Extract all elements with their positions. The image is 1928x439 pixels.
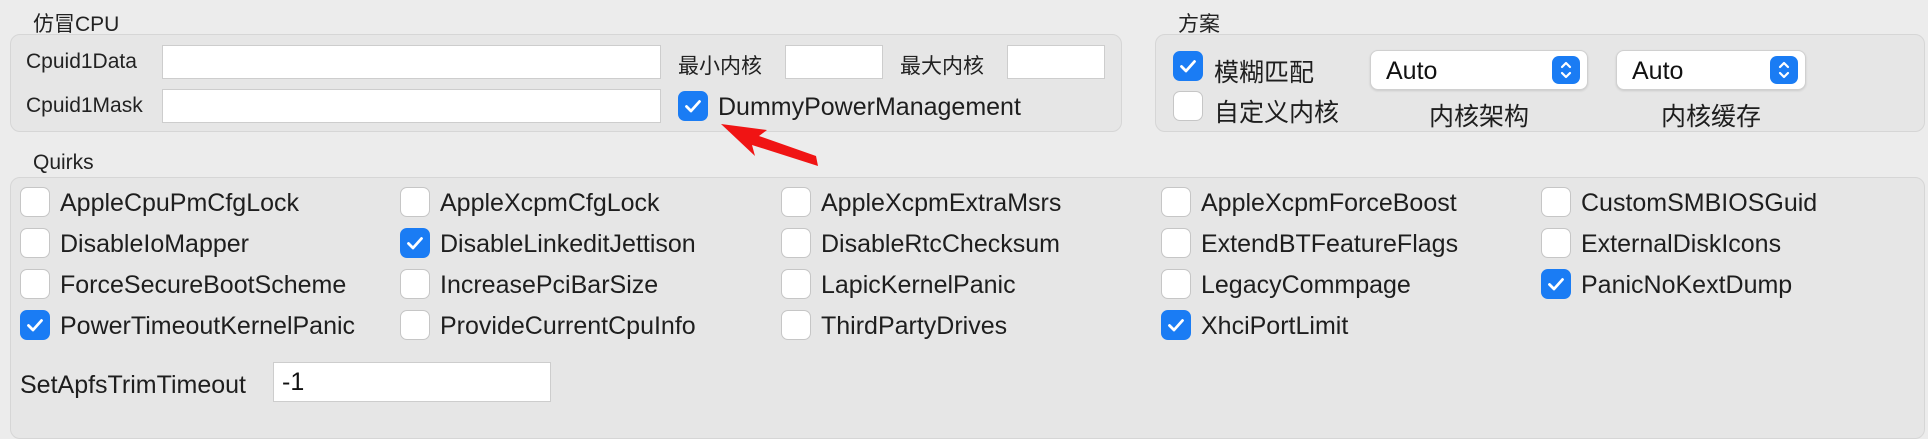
quirk-checkbox[interactable] — [1541, 269, 1571, 299]
checkmark-icon — [1548, 278, 1564, 291]
checkmark-icon — [685, 100, 701, 113]
cpuid1mask-input[interactable] — [162, 89, 661, 123]
quirk-label: PowerTimeoutKernelPanic — [60, 312, 356, 340]
quirk-checkbox[interactable] — [1541, 187, 1571, 217]
quirk-checkbox[interactable] — [400, 187, 430, 217]
quirk-label: PanicNoKextDump — [1581, 271, 1793, 299]
quirk-checkbox[interactable] — [1161, 228, 1191, 258]
custom-kernel-checkbox[interactable] — [1173, 91, 1203, 121]
quirk-checkbox[interactable] — [1161, 269, 1191, 299]
quirk-label: AppleXcpmCfgLock — [440, 189, 660, 217]
fuzzy-match-checkbox[interactable] — [1173, 51, 1203, 81]
quirk-checkbox[interactable] — [781, 269, 811, 299]
quirk-checkbox[interactable] — [20, 187, 50, 217]
checkmark-icon — [27, 319, 43, 332]
custom-kernel-label: 自定义内核 — [1214, 99, 1340, 127]
kernel-arch-label: 内核架构 — [1428, 103, 1529, 131]
kernel-cache-label: 内核缓存 — [1660, 103, 1761, 131]
quirk-label: LapicKernelPanic — [821, 271, 1016, 299]
quirk-label: ExtendBTFeatureFlags — [1201, 230, 1459, 258]
quirk-label: IncreasePciBarSize — [440, 271, 659, 299]
trim-timeout-label: SetApfsTrimTimeout — [20, 371, 246, 399]
max-kernel-input[interactable] — [1007, 45, 1105, 79]
dummy-power-checkbox[interactable] — [678, 91, 708, 121]
checkmark-icon — [1168, 319, 1184, 332]
quirk-checkbox[interactable] — [1161, 310, 1191, 340]
quirk-checkbox[interactable] — [20, 310, 50, 340]
checkmark-icon — [1180, 60, 1196, 73]
max-kernel-label: 最大内核 — [900, 55, 984, 78]
quirk-label: AppleXcpmExtraMsrs — [821, 189, 1062, 217]
quirk-checkbox[interactable] — [400, 310, 430, 340]
cpuid1data-input[interactable] — [162, 45, 661, 79]
quirk-checkbox[interactable] — [20, 228, 50, 258]
quirk-checkbox[interactable] — [400, 228, 430, 258]
quirk-label: CustomSMBIOSGuid — [1581, 189, 1818, 217]
quirk-checkbox[interactable] — [20, 269, 50, 299]
quirk-checkbox[interactable] — [781, 228, 811, 258]
quirk-label: DisableRtcChecksum — [821, 230, 1060, 258]
quirk-label: ProvideCurrentCpuInfo — [440, 312, 696, 340]
annotation-arrow-icon — [721, 124, 818, 166]
updown-chevron-icon — [1552, 56, 1580, 84]
quirk-label: LegacyCommpage — [1201, 271, 1411, 299]
trim-timeout-input[interactable] — [273, 362, 551, 402]
quirk-label: AppleCpuPmCfgLock — [60, 189, 300, 217]
updown-chevron-icon — [1770, 56, 1798, 84]
quirk-checkbox[interactable] — [400, 269, 430, 299]
cpuid1mask-label: Cpuid1Mask — [26, 94, 143, 117]
kernel-cache-select[interactable]: Auto — [1616, 50, 1806, 90]
quirk-checkbox[interactable] — [781, 187, 811, 217]
quirk-checkbox[interactable] — [1161, 187, 1191, 217]
quirk-label: ExternalDiskIcons — [1581, 230, 1782, 258]
quirk-checkbox[interactable] — [1541, 228, 1571, 258]
fuzzy-match-label: 模糊匹配 — [1214, 59, 1315, 87]
kernel-cache-value: Auto — [1632, 57, 1684, 85]
quirk-label: AppleXcpmForceBoost — [1201, 189, 1457, 217]
quirks-group-title: Quirks — [33, 151, 94, 174]
kernel-arch-value: Auto — [1386, 57, 1438, 85]
quirk-label: ThirdPartyDrives — [821, 312, 1008, 340]
quirk-checkbox[interactable] — [781, 310, 811, 340]
cpuid1data-label: Cpuid1Data — [26, 50, 137, 73]
min-kernel-input[interactable] — [785, 45, 883, 79]
quirk-label: ForceSecureBootScheme — [60, 271, 347, 299]
kernel-arch-select[interactable]: Auto — [1370, 50, 1588, 90]
quirk-label: DisableIoMapper — [60, 230, 249, 258]
quirk-label: DisableLinkeditJettison — [440, 230, 696, 258]
min-kernel-label: 最小内核 — [678, 55, 762, 78]
quirk-label: XhciPortLimit — [1201, 312, 1349, 340]
checkmark-icon — [407, 237, 423, 250]
